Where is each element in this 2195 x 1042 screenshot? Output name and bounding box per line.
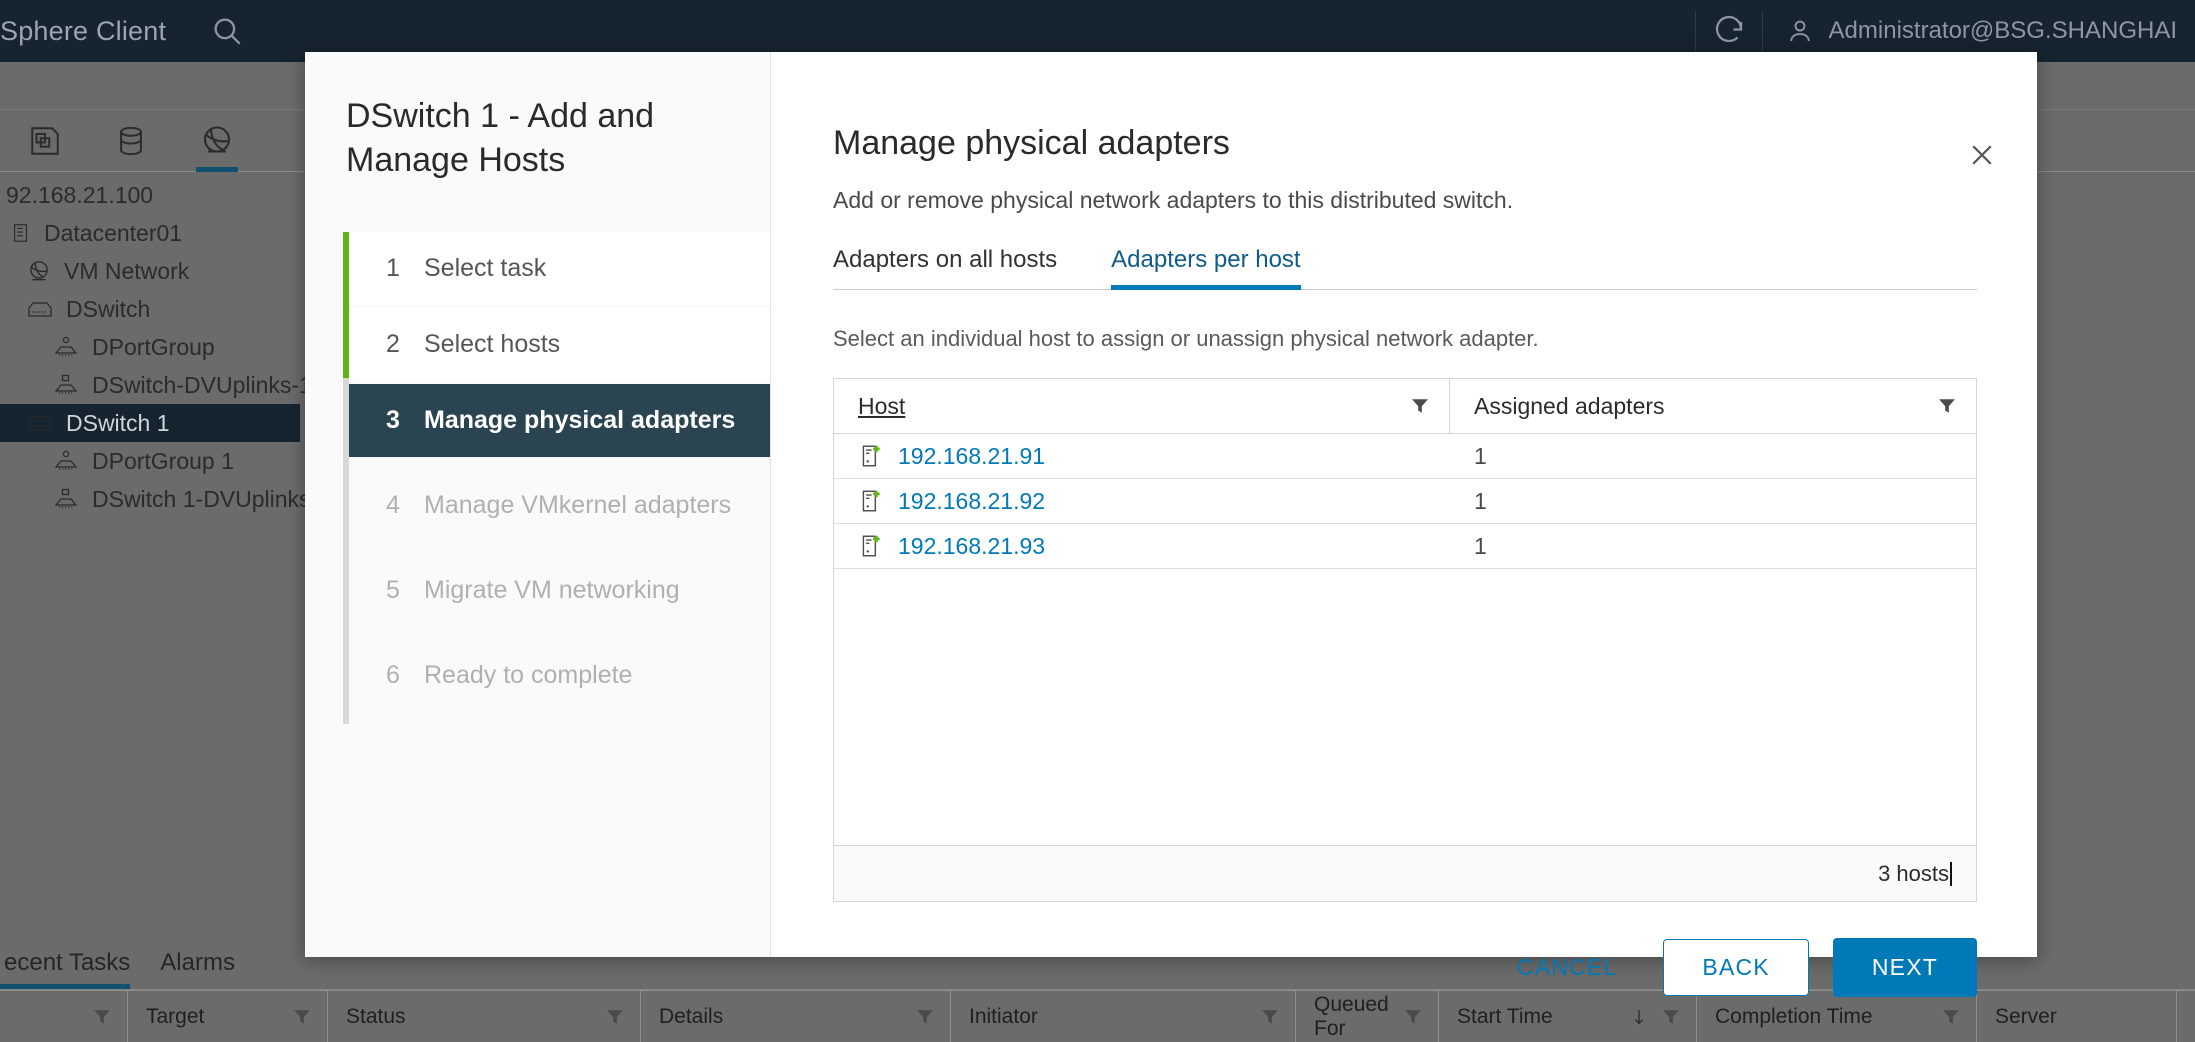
page-title: Manage physical adapters	[833, 124, 1230, 162]
cell-assigned-adapters: 1	[1450, 434, 1976, 478]
dialog-title: DSwitch 1 - Add and Manage Hosts	[346, 97, 655, 179]
step-number: 6	[386, 661, 400, 690]
hosts-table-body: 192.168.21.91 1 192.168.21.92 1 192.168.21.9…	[834, 434, 1976, 845]
hosts-table-footer: 3 hosts	[834, 845, 1976, 901]
wizard-step-3[interactable]: 3 Manage physical adapters	[349, 384, 770, 458]
assigned-adapters-value: 1	[1474, 442, 1487, 469]
table-row[interactable]: 192.168.21.91 1	[834, 434, 1976, 479]
step-number: 5	[386, 576, 400, 605]
host-link[interactable]: 192.168.21.91	[898, 443, 1045, 470]
wizard-step-5[interactable]: 5 Migrate VM networking	[349, 554, 770, 628]
cell-host: 192.168.21.93	[834, 524, 1450, 568]
host-link[interactable]: 192.168.21.92	[898, 488, 1045, 515]
step-number: 1	[386, 254, 400, 283]
host-link[interactable]: 192.168.21.93	[898, 533, 1045, 560]
column-assigned-adapters[interactable]: Assigned adapters	[1450, 379, 1976, 433]
add-and-manage-hosts-dialog: DSwitch 1 - Add and Manage Hosts 1 Select…	[305, 52, 2037, 997]
wizard-step-4[interactable]: 4 Manage VMkernel adapters	[349, 469, 770, 543]
step-label: Ready to complete	[424, 661, 633, 690]
column-host[interactable]: Host	[834, 379, 1450, 433]
adapter-scope-tabs: Adapters on all hosts Adapters per host	[833, 246, 1977, 290]
assigned-adapters-value: 1	[1474, 532, 1487, 559]
cell-assigned-adapters: 1	[1450, 524, 1976, 568]
hosts-table: Host Assigned adapters 192.168.21.91 1 192…	[833, 378, 1977, 902]
step-label: Manage physical adapters	[424, 406, 736, 435]
back-button[interactable]: BACK	[1663, 939, 1809, 996]
filter-icon[interactable]	[1938, 397, 1956, 415]
table-row[interactable]: 192.168.21.93 1	[834, 524, 1976, 569]
step-number: 2	[386, 330, 400, 359]
page-subtitle: Add or remove physical network adapters …	[833, 187, 1514, 213]
cancel-button[interactable]: CANCEL	[1491, 940, 1644, 995]
step-number: 4	[386, 491, 400, 520]
tab-adapters-per-host[interactable]: Adapters per host	[1111, 246, 1302, 290]
wizard-step-list: 1 Select task 2 Select hosts 3 Manage physica…	[305, 232, 770, 725]
cell-assigned-adapters: 1	[1450, 479, 1976, 523]
cell-host: 192.168.21.92	[834, 479, 1450, 523]
wizard-steps-pane: DSwitch 1 - Add and Manage Hosts 1 Select…	[305, 52, 771, 957]
step-separator	[305, 542, 770, 554]
assigned-adapters-value: 1	[1474, 487, 1487, 514]
filter-icon[interactable]	[1411, 397, 1429, 415]
host-add-icon	[858, 533, 884, 559]
close-icon[interactable]	[1961, 134, 2003, 176]
host-add-icon	[858, 488, 884, 514]
cell-host: 192.168.21.91	[834, 434, 1450, 478]
step-separator	[305, 627, 770, 639]
step-number: 3	[386, 406, 400, 435]
wizard-step-2[interactable]: 2 Select hosts	[349, 308, 770, 382]
step-separator	[305, 712, 770, 724]
hosts-table-header: Host Assigned adapters	[834, 379, 1976, 434]
dialog-action-buttons: CANCEL BACK NEXT	[771, 938, 1977, 997]
wizard-step-1[interactable]: 1 Select task	[349, 232, 770, 306]
step-label: Select hosts	[424, 330, 561, 359]
text-cursor	[1950, 861, 1952, 886]
wizard-step-6[interactable]: 6 Ready to complete	[349, 639, 770, 713]
step-label: Migrate VM networking	[424, 576, 680, 605]
host-add-icon	[858, 443, 884, 469]
step-label: Manage VMkernel adapters	[424, 491, 732, 520]
table-row[interactable]: 192.168.21.92 1	[834, 479, 1976, 524]
tab-adapters-on-all-hosts[interactable]: Adapters on all hosts	[833, 246, 1057, 289]
helper-text: Select an individual host to assign or u…	[833, 326, 1539, 351]
next-button[interactable]: NEXT	[1832, 938, 1977, 997]
wizard-content-pane: Manage physical adapters Add or remove p…	[771, 52, 2037, 997]
column-host-label: Host	[858, 392, 906, 419]
pane-header: Manage physical adapters Add or remove p…	[771, 52, 2037, 214]
column-assigned-label: Assigned adapters	[1474, 392, 1665, 419]
hosts-count: 3 hosts	[1878, 860, 1949, 886]
step-separator	[305, 457, 770, 469]
step-label: Select task	[424, 254, 547, 283]
